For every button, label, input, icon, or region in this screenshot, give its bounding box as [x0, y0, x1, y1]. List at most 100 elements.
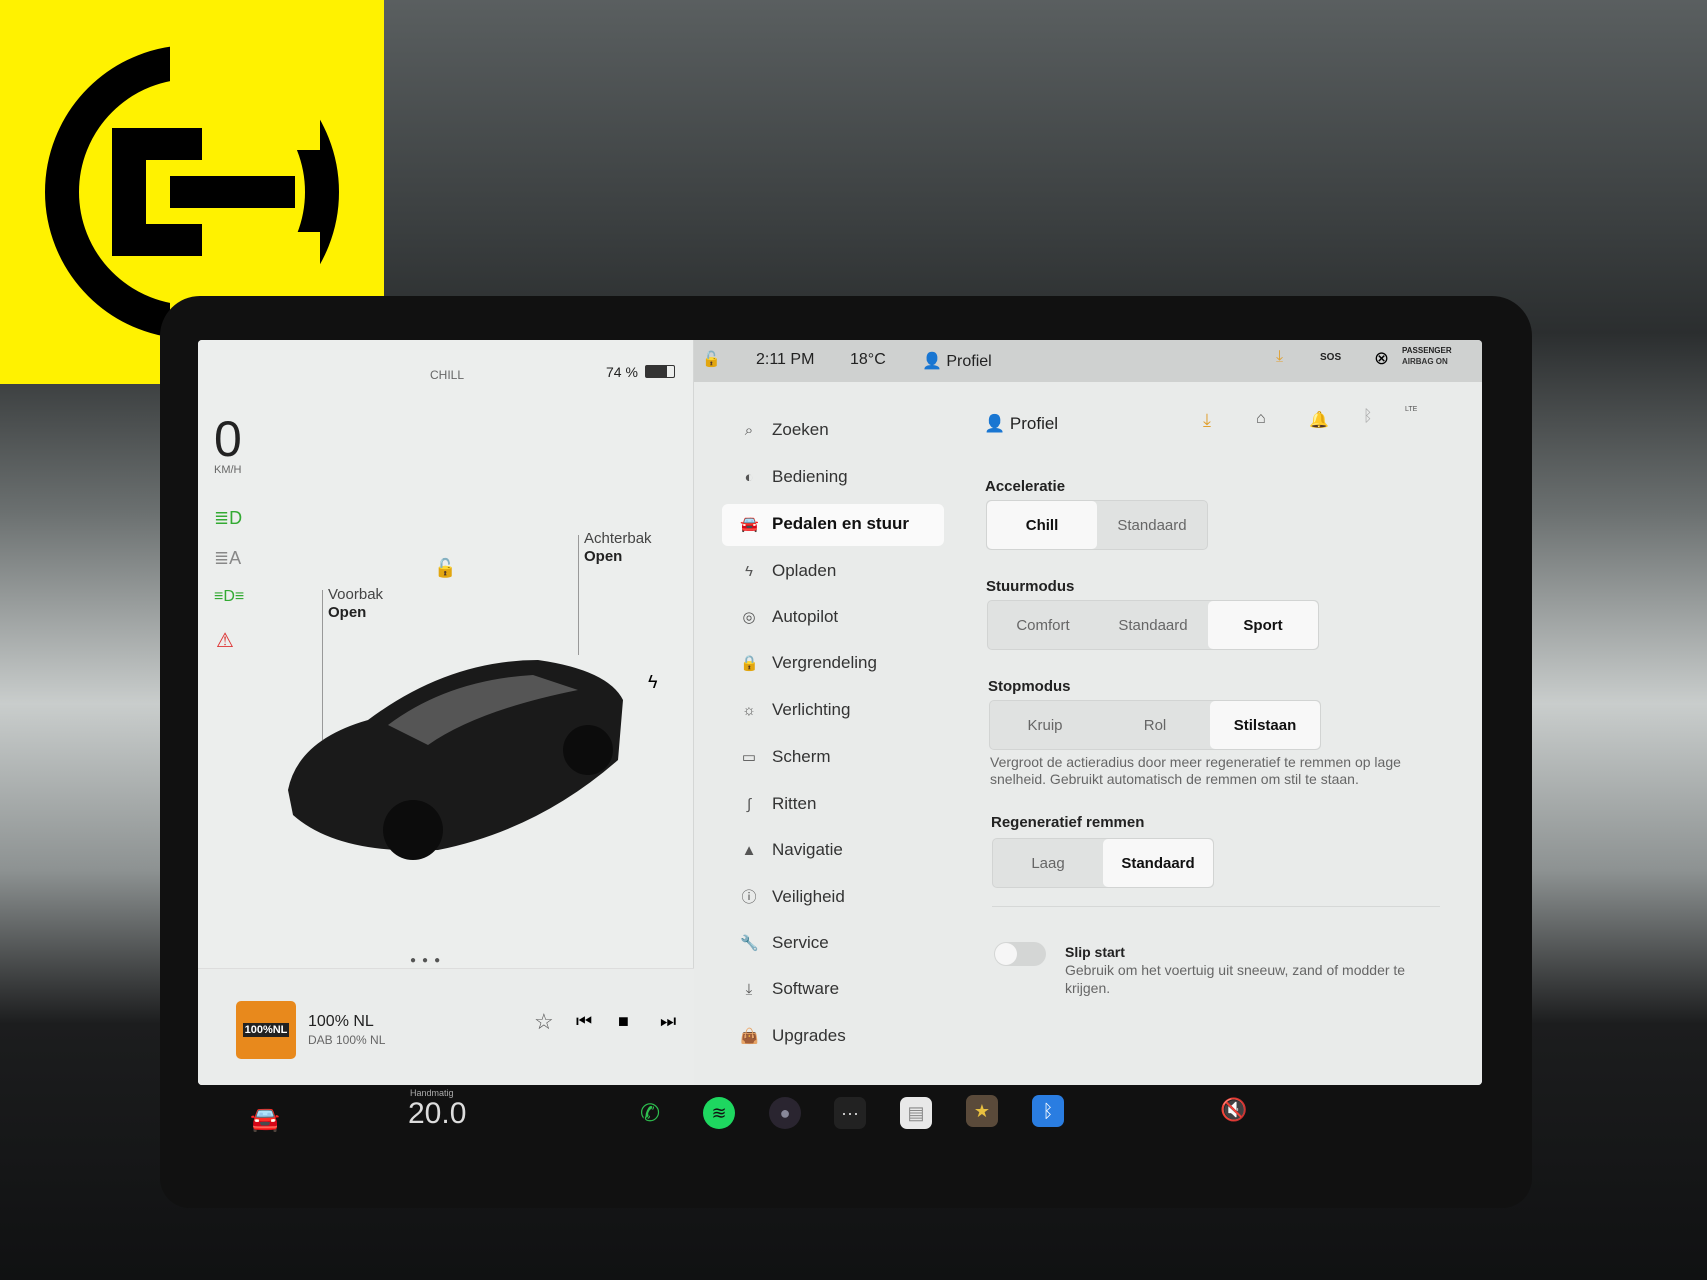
- bluetooth-app-icon[interactable]: ᛒ: [1032, 1095, 1064, 1127]
- regen-label: Regeneratief remmen: [991, 814, 1145, 831]
- menu-item-bediening[interactable]: ◐ Bediening: [740, 467, 847, 487]
- stuurmodus-label: Stuurmodus: [986, 578, 1075, 595]
- airbag-label: PASSENGER: [1402, 346, 1452, 355]
- more-apps-icon[interactable]: ···: [834, 1097, 866, 1129]
- download-icon[interactable]: ⤓: [1276, 348, 1283, 366]
- accel-standaard-option[interactable]: Standaard: [1097, 501, 1207, 549]
- steer-sport-option[interactable]: Sport: [1208, 601, 1318, 649]
- regen-laag-option[interactable]: Laag: [993, 839, 1103, 887]
- sun-icon: ☼: [742, 701, 756, 719]
- headlight-icon: ≣D: [214, 508, 243, 528]
- lock-status-icon[interactable]: 🔓: [702, 350, 721, 368]
- stop-rol-option[interactable]: Rol: [1100, 701, 1210, 749]
- divider: [992, 906, 1440, 907]
- accel-chill-option[interactable]: Chill: [987, 501, 1097, 549]
- drive-mode: CHILL: [430, 368, 465, 382]
- frunk-label: Voorbak: [328, 586, 384, 603]
- status-bar: 🔓 2:11 PM 18°C 👤 Profiel ⤓ SOS ⊗ PASSENG…: [694, 340, 1482, 382]
- fog-light-icon: ≡D≡: [214, 588, 245, 605]
- trunk-open-button[interactable]: Open: [584, 548, 622, 566]
- steer-comfort-option[interactable]: Comfort: [988, 601, 1098, 649]
- airbag-state: AIRBAG ON: [1402, 357, 1448, 366]
- steering-wheel-icon: ◎: [742, 609, 756, 626]
- cabin-temp[interactable]: 20.0: [408, 1097, 466, 1131]
- settings-profile-button[interactable]: 👤 Profiel: [984, 414, 1058, 434]
- page-dots[interactable]: ●●●: [410, 955, 446, 966]
- car-icon: 🚘: [740, 516, 759, 533]
- bluetooth-icon[interactable]: ᛒ: [1363, 408, 1373, 426]
- dashcam-app-icon[interactable]: ▤: [900, 1097, 932, 1129]
- menu-item-ritten[interactable]: ∫ Ritten: [740, 794, 816, 814]
- camera-app-icon[interactable]: ●: [769, 1097, 801, 1129]
- acceleratie-label: Acceleratie: [985, 478, 1066, 495]
- bolt-icon: ϟ: [745, 562, 753, 580]
- trunk-label: Achterbak: [584, 530, 652, 547]
- regen-standaard-option[interactable]: Standaard: [1103, 839, 1213, 887]
- stop-mode-description: Vergroot de actieradius door meer regene…: [990, 754, 1401, 787]
- station-source: DAB 100% NL: [308, 1033, 386, 1047]
- wrench-icon: 🔧: [740, 935, 759, 952]
- battery-icon: [645, 365, 675, 378]
- download-icon: ⤓: [745, 980, 753, 998]
- menu-item-navigatie[interactable]: ▲ Navigatie: [740, 840, 843, 860]
- stopmodus-label: Stopmodus: [988, 678, 1071, 695]
- outside-temp: 18°C: [850, 351, 886, 368]
- favorite-star-icon[interactable]: ☆: [534, 1009, 554, 1035]
- profile-button[interactable]: 👤 Profiel: [922, 351, 992, 371]
- media-player: 100%NL 100% NL DAB 100% NL ☆ ⏮ ■ ⏭: [198, 968, 694, 1085]
- previous-track-icon[interactable]: ⏮: [576, 1011, 592, 1032]
- lte-signal-icon: LTE: [1405, 406, 1418, 413]
- homelink-icon[interactable]: ⌂: [1256, 410, 1266, 428]
- regen-braking-selector: Laag Standaard: [992, 838, 1214, 888]
- volume-muted-icon[interactable]: 🔇: [1220, 1097, 1247, 1123]
- lock-icon: 🔒: [740, 655, 759, 672]
- charge-port-icon[interactable]: ϟ: [648, 672, 658, 693]
- menu-item-zoeken[interactable]: ⌕ Zoeken: [740, 420, 829, 440]
- steering-mode-selector: Comfort Standaard Sport: [987, 600, 1319, 650]
- car-panel: CHILL 74 % 0 KM/H ≣D ≣A ≡D≡ ⚠ 🔓 Voorbak …: [198, 340, 694, 1085]
- clock: 2:11 PM: [756, 351, 815, 368]
- menu-item-upgrades[interactable]: 👜 Upgrades: [740, 1026, 846, 1046]
- stop-stilstaan-option[interactable]: Stilstaan: [1210, 701, 1320, 749]
- slip-start-label: Slip start: [1065, 944, 1125, 960]
- slip-start-description: Gebruik om het voertuig uit sneeuw, zand…: [1065, 962, 1406, 996]
- navigation-icon: ▲: [741, 841, 757, 859]
- search-icon: ⌕: [744, 421, 754, 439]
- slip-start-toggle[interactable]: [994, 942, 1046, 966]
- stop-kruip-option[interactable]: Kruip: [990, 701, 1100, 749]
- speed: 0: [214, 411, 242, 467]
- menu-item-service[interactable]: 🔧 Service: [740, 933, 829, 953]
- spotify-app-icon[interactable]: ≋: [703, 1097, 735, 1129]
- stop-icon[interactable]: ■: [618, 1011, 629, 1032]
- toybox-app-icon[interactable]: ★: [966, 1095, 998, 1127]
- menu-item-pedalen-en-stuur[interactable]: 🚘 Pedalen en stuur: [740, 514, 909, 534]
- menu-item-software[interactable]: ⤓ Software: [740, 979, 839, 999]
- toggle-icon: ◐: [744, 468, 754, 486]
- trips-icon: ∫: [746, 795, 752, 813]
- sos-button[interactable]: SOS: [1320, 352, 1341, 363]
- menu-item-opladen[interactable]: ϟ Opladen: [740, 561, 836, 581]
- bottom-dock: 🚘 Handmatig 20.0 ✆ ≋ ● ··· ▤ ★ ᛒ 🔇: [198, 1085, 1498, 1185]
- acceleration-selector: Chill Standaard: [986, 500, 1208, 550]
- frunk-open-button[interactable]: Open: [328, 604, 366, 622]
- menu-item-vergrendeling[interactable]: 🔒 Vergrendeling: [740, 653, 877, 673]
- battery-percent: 74 %: [606, 364, 638, 380]
- menu-item-autopilot[interactable]: ◎ Autopilot: [740, 607, 838, 627]
- stop-mode-selector: Kruip Rol Stilstaan: [989, 700, 1321, 750]
- next-track-icon[interactable]: ⏭: [660, 1011, 676, 1032]
- phone-app-icon[interactable]: ✆: [634, 1097, 666, 1129]
- info-icon: ⓘ: [741, 889, 757, 906]
- bell-icon[interactable]: 🔔: [1309, 410, 1329, 430]
- unlock-icon[interactable]: 🔓: [434, 558, 456, 579]
- display-icon: ▭: [741, 749, 757, 766]
- menu-item-veiligheid[interactable]: ⓘ Veiligheid: [740, 886, 844, 907]
- car-3d-image: [288, 660, 623, 860]
- download-icon[interactable]: ⤓: [1203, 410, 1211, 431]
- steer-standaard-option[interactable]: Standaard: [1098, 601, 1208, 649]
- menu-item-scherm[interactable]: ▭ Scherm: [740, 747, 831, 767]
- auto-headlight-icon: ≣A: [214, 548, 242, 568]
- menu-item-verlichting[interactable]: ☼ Verlichting: [740, 700, 850, 720]
- station-name: 100% NL: [308, 1013, 374, 1030]
- airbag-icon: ⊗: [1374, 348, 1390, 368]
- car-icon[interactable]: 🚘: [250, 1105, 280, 1134]
